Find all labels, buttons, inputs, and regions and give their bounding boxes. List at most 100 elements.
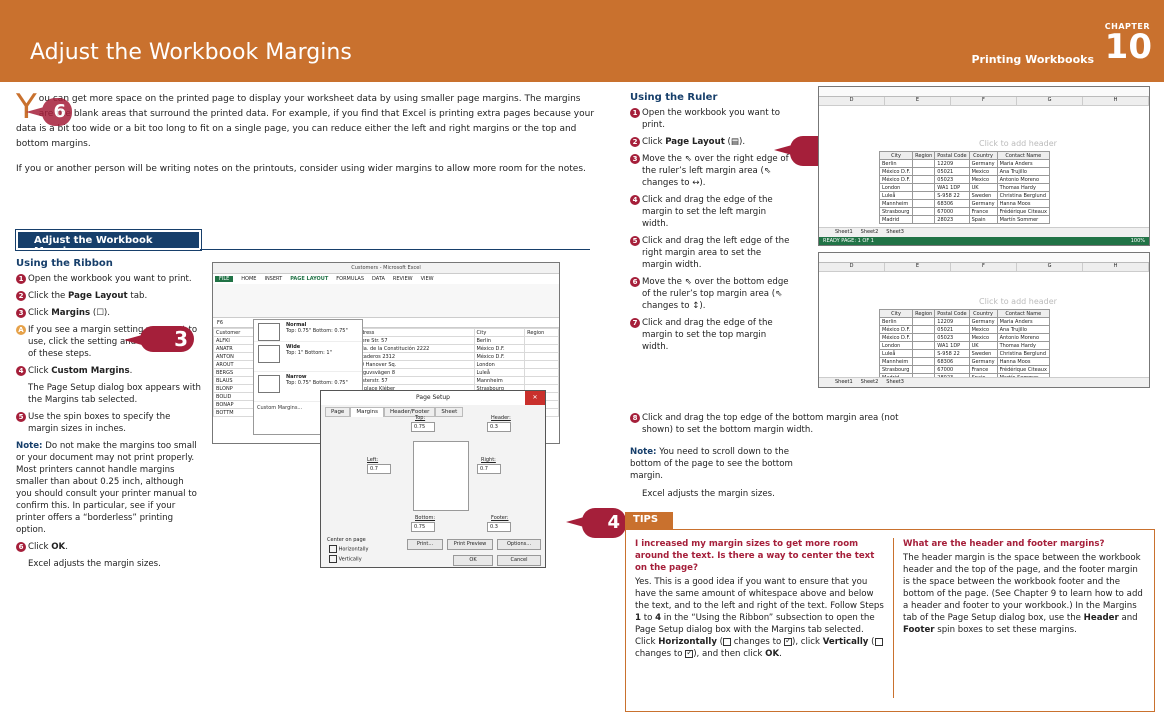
table-cell[interactable]: México D.F. xyxy=(878,167,914,176)
header-cell[interactable]: Contact Name xyxy=(996,151,1050,160)
header-cell[interactable]: Region xyxy=(912,309,936,318)
table-cell[interactable]: BLAUS xyxy=(213,376,259,385)
table-cell[interactable]: Customer xyxy=(213,328,259,337)
table-cell[interactable]: S-958 22 xyxy=(934,349,970,358)
table-cell[interactable]: BLONP xyxy=(213,384,259,393)
table-cell[interactable]: Avda. de la Constitución 2222 xyxy=(351,344,475,353)
header-spin[interactable]: 0.3 xyxy=(487,422,511,432)
table-cell[interactable]: Germany xyxy=(968,159,998,168)
table-cell[interactable]: Berguvsvägen 8 xyxy=(351,368,475,377)
table-cell[interactable] xyxy=(524,344,559,353)
header-cell[interactable]: City xyxy=(878,151,914,160)
tab-page-layout[interactable]: PAGE LAYOUT xyxy=(290,276,328,282)
table-cell[interactable]: Hanna Moos xyxy=(996,357,1050,366)
horizontal-ruler[interactable] xyxy=(819,87,1149,97)
table-cell[interactable]: Christina Berglund xyxy=(996,349,1050,358)
tab-review[interactable]: REVIEW xyxy=(393,276,413,282)
table-cell[interactable]: Germany xyxy=(968,357,998,366)
table-cell[interactable] xyxy=(912,365,936,374)
table-cell[interactable]: Sweden xyxy=(968,349,998,358)
table-cell[interactable]: Mexico xyxy=(968,325,998,334)
table-cell[interactable]: Mexico xyxy=(968,175,998,184)
table-cell[interactable]: Mataderos 2312 xyxy=(351,352,475,361)
table-cell[interactable] xyxy=(912,199,936,208)
column-header[interactable]: D xyxy=(819,263,885,271)
column-header[interactable]: G xyxy=(1017,97,1083,105)
table-cell[interactable]: Forsterstr. 57 xyxy=(351,376,475,385)
table-cell[interactable]: 12209 xyxy=(934,317,970,326)
table-cell[interactable] xyxy=(912,341,936,350)
table-cell[interactable]: AROUT xyxy=(213,360,259,369)
print-button[interactable]: Print... xyxy=(407,539,443,550)
close-icon[interactable]: ✕ xyxy=(525,391,545,405)
tab-home[interactable]: HOME xyxy=(241,276,256,282)
horizontal-ruler[interactable] xyxy=(819,253,1149,263)
column-header[interactable]: H xyxy=(1083,97,1149,105)
ok-button[interactable]: OK xyxy=(453,555,493,566)
table-cell[interactable] xyxy=(912,183,936,192)
table-cell[interactable]: Frédérique Citeaux xyxy=(996,365,1050,374)
table-cell[interactable]: México D.F. xyxy=(473,352,526,361)
header-cell[interactable]: Country xyxy=(968,309,998,318)
sheet-tab-3[interactable]: Sheet3 xyxy=(886,379,904,386)
table-cell[interactable]: London xyxy=(878,183,914,192)
table-cell[interactable] xyxy=(912,215,936,224)
tab-page[interactable]: Page xyxy=(325,407,351,417)
table-cell[interactable]: Thomas Hardy xyxy=(996,183,1050,192)
table-cell[interactable]: Maria Anders xyxy=(996,317,1050,326)
sheet-tab-1[interactable]: Sheet1 xyxy=(835,229,853,236)
top-spin[interactable]: 0.75 xyxy=(411,422,435,432)
table-cell[interactable] xyxy=(912,175,936,184)
sheet-tab-3[interactable]: Sheet3 xyxy=(886,229,904,236)
table-cell[interactable]: BERGS xyxy=(213,368,259,377)
table-cell[interactable]: Ana Trujillo xyxy=(996,325,1050,334)
table-cell[interactable]: ANTON xyxy=(213,352,259,361)
table-cell[interactable]: Frédérique Citeaux xyxy=(996,207,1050,216)
table-cell[interactable]: 05021 xyxy=(934,325,970,334)
header-cell[interactable]: Region xyxy=(912,151,936,160)
tab-header-footer[interactable]: Header/Footer xyxy=(383,407,436,417)
table-cell[interactable]: 68306 xyxy=(934,199,970,208)
table-cell[interactable] xyxy=(912,317,936,326)
table-cell[interactable] xyxy=(524,336,559,345)
table-cell[interactable]: Germany xyxy=(968,199,998,208)
table-cell[interactable]: Region xyxy=(524,328,559,337)
table-cell[interactable]: BOTTM xyxy=(213,408,259,417)
table-cell[interactable]: Hanna Moos xyxy=(996,199,1050,208)
table-cell[interactable]: UK xyxy=(968,341,998,350)
margin-option-wide[interactable]: Wide Top: 1" Bottom: 1" xyxy=(254,342,362,372)
header-cell[interactable]: Postal Code xyxy=(934,151,970,160)
table-cell[interactable]: 67000 xyxy=(934,365,970,374)
table-cell[interactable]: 05023 xyxy=(934,333,970,342)
table-cell[interactable]: Luleå xyxy=(878,349,914,358)
table-cell[interactable]: BOLID xyxy=(213,392,259,401)
table-cell[interactable]: Luleå xyxy=(878,191,914,200)
column-header[interactable]: F xyxy=(951,263,1017,271)
table-cell[interactable]: Strasbourg xyxy=(878,207,914,216)
table-cell[interactable]: Antonio Moreno xyxy=(996,175,1050,184)
table-cell[interactable]: Martín Sommer xyxy=(996,215,1050,224)
table-cell[interactable]: Luleå xyxy=(473,368,526,377)
tab-view[interactable]: VIEW xyxy=(421,276,434,282)
footer-spin[interactable]: 0.3 xyxy=(487,522,511,532)
table-cell[interactable]: S-958 22 xyxy=(934,191,970,200)
left-spin[interactable]: 0.7 xyxy=(367,464,391,474)
table-cell[interactable]: Thomas Hardy xyxy=(996,341,1050,350)
header-cell[interactable]: City xyxy=(878,309,914,318)
column-header[interactable]: G xyxy=(1017,263,1083,271)
column-header[interactable]: F xyxy=(951,97,1017,105)
table-cell[interactable]: BONAP xyxy=(213,400,259,409)
table-cell[interactable] xyxy=(912,191,936,200)
column-header[interactable]: D xyxy=(819,97,885,105)
table-cell[interactable]: London xyxy=(473,360,526,369)
table-cell[interactable]: Spain xyxy=(968,215,998,224)
table-cell[interactable]: Mexico xyxy=(968,167,998,176)
table-cell[interactable]: City xyxy=(473,328,526,337)
table-cell[interactable]: Berlin xyxy=(878,317,914,326)
options-button[interactable]: Options... xyxy=(497,539,541,550)
header-cell[interactable]: Country xyxy=(968,151,998,160)
right-spin[interactable]: 0.7 xyxy=(477,464,501,474)
table-cell[interactable] xyxy=(912,159,936,168)
bottom-spin[interactable]: 0.75 xyxy=(411,522,435,532)
table-cell[interactable]: WA1 1DP xyxy=(934,341,970,350)
